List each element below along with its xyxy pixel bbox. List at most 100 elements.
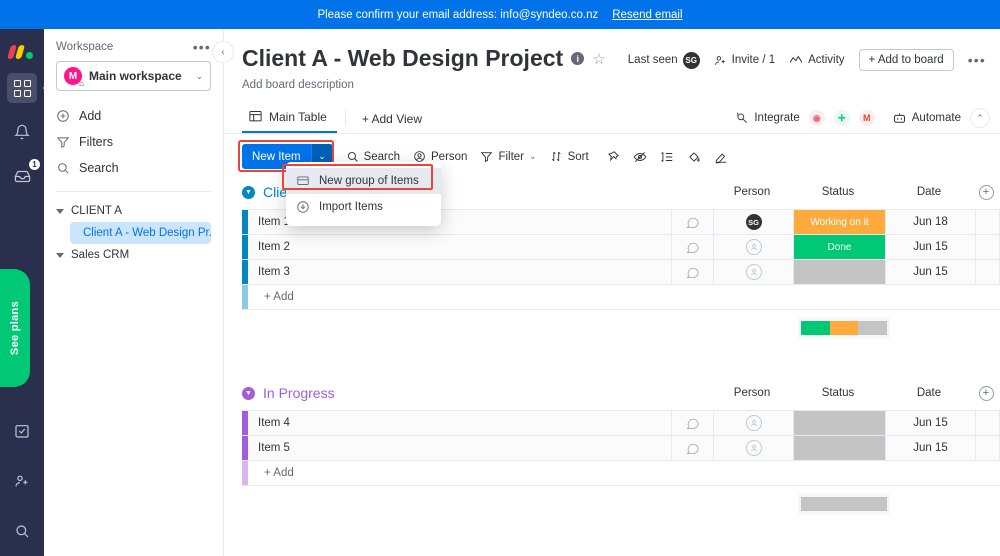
pin-icon[interactable]	[606, 150, 620, 164]
cell-status[interactable]: Working on it	[794, 210, 886, 234]
table-row[interactable]: Item 3 Jun 15	[242, 260, 1000, 285]
cell-end	[976, 436, 1000, 460]
column-header-person[interactable]: Person	[712, 380, 792, 406]
avatar-placeholder-icon	[745, 440, 762, 456]
plus-icon: +	[978, 385, 994, 401]
automate-button[interactable]: Automate	[892, 112, 961, 125]
activity-button[interactable]: Activity	[789, 54, 845, 66]
workspace-more-icon[interactable]: •••	[193, 40, 211, 54]
cell-status[interactable]	[794, 260, 886, 284]
table-row[interactable]: Item 4 Jun 15	[242, 411, 1000, 436]
row-height-icon[interactable]	[660, 150, 674, 164]
new-item-dropdown-menu: New group of Items Import Items	[286, 162, 441, 226]
rail-inbox-icon[interactable]: 1	[7, 158, 41, 191]
cell-date[interactable]: Jun 15	[886, 260, 976, 284]
cell-person[interactable]	[714, 436, 794, 460]
group-collapse-icon[interactable]: ▼	[242, 386, 255, 400]
integrate-button[interactable]: Integrate	[735, 111, 800, 125]
group-collapse-icon[interactable]: ▼	[242, 185, 255, 199]
banner-message: Please confirm your email address: info@…	[317, 8, 599, 21]
cell-date[interactable]: Jun 18	[886, 210, 976, 234]
cell-updates[interactable]	[672, 411, 714, 435]
cell-person[interactable]: SG	[714, 210, 794, 234]
invite-button[interactable]: Invite / 1	[714, 54, 775, 67]
add-column-button[interactable]: +	[974, 179, 998, 205]
cell-item-name[interactable]: Item 3	[248, 260, 672, 284]
column-header-date[interactable]: Date	[884, 179, 974, 205]
column-header-status[interactable]: Status	[792, 380, 884, 406]
column-header-date[interactable]: Date	[884, 380, 974, 406]
rail-notifications-icon[interactable]	[7, 117, 37, 147]
board-header: Client A - Web Design Project i ☆ Add bo…	[224, 29, 1000, 91]
cell-person[interactable]	[714, 260, 794, 284]
tab-add-view[interactable]: + Add View	[354, 106, 430, 133]
toolbar-filter-button[interactable]: Filter ⌄	[480, 150, 537, 163]
integration-app-1-icon[interactable]: ◉	[808, 110, 825, 126]
integration-app-2-icon[interactable]: ✛	[833, 110, 850, 126]
chevron-down-icon	[56, 208, 64, 214]
toolbar-sort-button[interactable]: Sort	[550, 150, 589, 163]
sidebar-folder-client-a[interactable]: CLIENT A	[56, 200, 211, 222]
tab-main-table-label: Main Table	[269, 109, 327, 124]
grid-icon	[13, 79, 31, 97]
cell-item-name[interactable]: Item 4	[248, 411, 672, 435]
add-to-board-button[interactable]: + Add to board	[858, 49, 954, 71]
monday-logo-icon[interactable]	[6, 41, 35, 59]
group-header: ▼ In Progress Person Status Date +	[242, 380, 1000, 406]
cell-updates[interactable]	[672, 210, 714, 234]
integrate-label: Integrate	[754, 112, 800, 124]
highlighter-icon[interactable]	[714, 150, 728, 164]
chevron-down-icon: ⌄	[195, 70, 203, 81]
sidebar-item-search[interactable]: Search	[56, 155, 211, 181]
favorite-star-icon[interactable]: ☆	[592, 50, 605, 68]
last-seen[interactable]: Last seen SG	[628, 51, 700, 69]
rail-my-work-icon[interactable]	[7, 416, 37, 446]
cell-item-name[interactable]: Item 5	[248, 436, 672, 460]
cell-person[interactable]	[714, 235, 794, 259]
gmail-icon[interactable]: M	[858, 110, 875, 126]
collapse-header-button[interactable]: ⌃	[970, 108, 990, 128]
cell-date[interactable]: Jun 15	[886, 235, 976, 259]
resend-email-link[interactable]: Resend email	[612, 9, 682, 21]
sidebar-collapse-button[interactable]: ‹	[212, 41, 234, 63]
cell-status[interactable]	[794, 411, 886, 435]
cell-status[interactable]	[794, 436, 886, 460]
color-fill-icon[interactable]	[687, 150, 701, 164]
see-plans-button[interactable]: See plans	[0, 269, 30, 387]
table-row[interactable]: Item 5 Jun 15	[242, 436, 1000, 461]
sidebar-item-filters[interactable]: Filters	[56, 129, 211, 155]
add-item-label[interactable]: + Add	[248, 285, 948, 309]
table-row[interactable]: Item 2 Done Jun 15	[242, 235, 1000, 260]
rail-apps-grid-icon[interactable]	[7, 73, 37, 103]
add-column-button[interactable]: +	[974, 380, 998, 406]
cell-status[interactable]: Done	[794, 235, 886, 259]
group-title[interactable]: In Progress	[263, 385, 335, 401]
cell-person[interactable]	[714, 411, 794, 435]
sidebar-board-client-a-web-design[interactable]: Client A - Web Design Pr...	[70, 222, 211, 244]
cell-item-name[interactable]: Item 2	[248, 235, 672, 259]
cell-end	[976, 411, 1000, 435]
sidebar-folder-sales-crm[interactable]: Sales CRM	[56, 244, 211, 266]
cell-updates[interactable]	[672, 436, 714, 460]
rail-search-icon[interactable]	[7, 516, 37, 546]
board-more-icon[interactable]: •••	[968, 53, 986, 67]
column-header-status[interactable]: Status	[792, 179, 884, 205]
rail-invite-icon[interactable]	[7, 466, 37, 496]
menu-item-import-items[interactable]: Import Items	[286, 194, 441, 220]
tab-main-table[interactable]: Main Table	[242, 103, 337, 133]
cell-updates[interactable]	[672, 235, 714, 259]
board-description-placeholder[interactable]: Add board description	[242, 79, 982, 91]
add-item-row[interactable]: + Add	[242, 461, 1000, 486]
workspace-selector[interactable]: M Main workspace ⌄	[56, 61, 211, 91]
add-item-row[interactable]: + Add	[242, 285, 1000, 310]
hide-icon[interactable]	[633, 150, 647, 164]
sidebar-nav: Add Filters Search	[56, 103, 211, 181]
cell-date[interactable]: Jun 15	[886, 411, 976, 435]
menu-item-new-group-of-items[interactable]: New group of Items	[286, 168, 441, 194]
add-item-label[interactable]: + Add	[248, 461, 948, 485]
cell-updates[interactable]	[672, 260, 714, 284]
sidebar-item-add[interactable]: Add	[56, 103, 211, 129]
board-info-icon[interactable]: i	[571, 52, 585, 65]
column-header-person[interactable]: Person	[712, 179, 792, 205]
cell-date[interactable]: Jun 15	[886, 436, 976, 460]
